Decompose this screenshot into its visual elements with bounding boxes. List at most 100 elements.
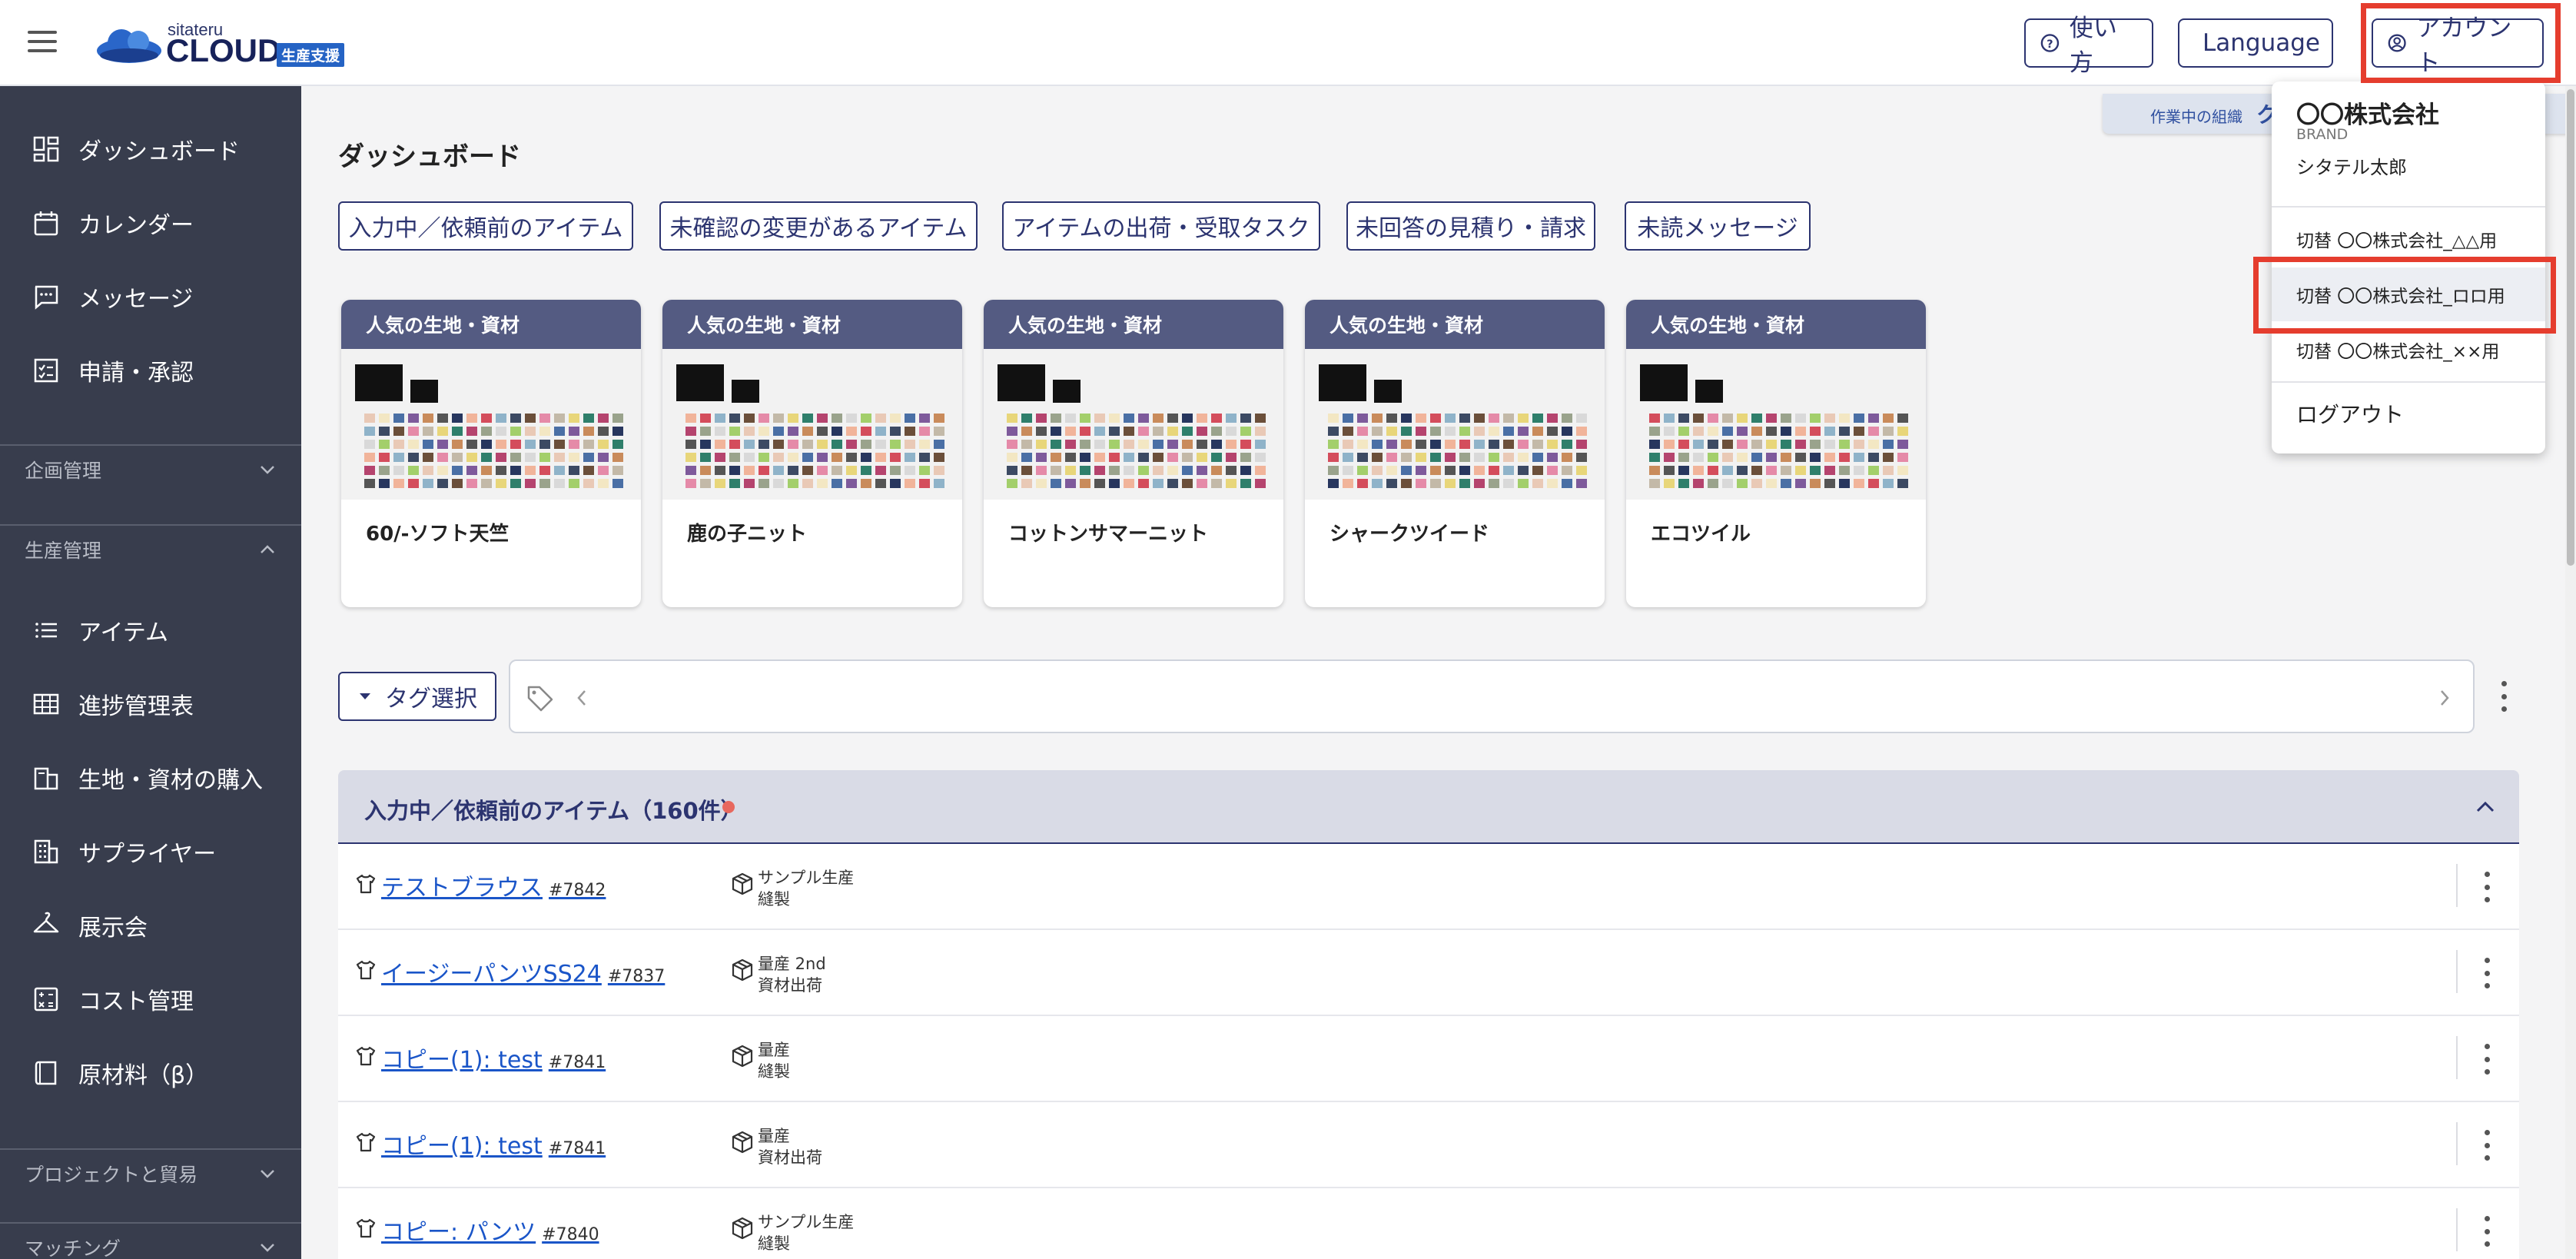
row-more-options-icon[interactable] xyxy=(2482,958,2491,988)
filter-shipping-tasks[interactable]: アイテムの出荷・受取タスク xyxy=(1002,201,1320,251)
item-name[interactable]: イージーパンツSS24 xyxy=(381,961,602,988)
table-row[interactable]: コピー: パンツ #7840 サンプル生産 縫製 xyxy=(338,1188,2519,1259)
swatch-chip xyxy=(423,453,433,462)
swatch-chip xyxy=(1197,453,1207,462)
item-name[interactable]: コピー: パンツ xyxy=(381,1219,536,1246)
item-name-link[interactable]: コピー(1): test #7841 xyxy=(381,1041,606,1075)
sidebar-item-cost[interactable]: コスト管理 xyxy=(0,967,301,1031)
sidebar-section-production[interactable]: 生産管理 xyxy=(0,524,301,573)
filter-unanswered-quotes[interactable]: 未回答の見積り・請求 xyxy=(1346,201,1595,251)
table-row[interactable]: コピー(1): test #7841 量産 資材出荷 xyxy=(338,1102,2519,1188)
swatch-chip xyxy=(1357,479,1368,488)
swatch-chip xyxy=(685,440,696,449)
swatch-chip xyxy=(437,414,448,423)
scroll-left-icon[interactable] xyxy=(575,689,589,707)
help-button[interactable]: ? 使い方 xyxy=(2024,15,2153,77)
swatch-chip xyxy=(685,427,696,436)
calculator-icon xyxy=(31,984,61,1015)
filter-draft-items[interactable]: 入力中／依頼前のアイテム xyxy=(338,201,633,251)
table-row[interactable]: イージーパンツSS24 #7837 量産 2nd 資材出荷 xyxy=(338,930,2519,1016)
sidebar-item-approval[interactable]: 申請・承認 xyxy=(0,338,301,403)
account-button[interactable]: アカウント xyxy=(2372,15,2544,77)
item-name[interactable]: コピー(1): test xyxy=(381,1047,543,1074)
swatch-chip xyxy=(612,453,623,462)
fabric-swatch-image xyxy=(984,349,1283,500)
swatch-chip xyxy=(379,427,390,436)
draft-items-section-header[interactable]: 入力中／依頼前のアイテム（160件） xyxy=(338,770,2519,844)
swatch-chip xyxy=(919,466,930,475)
row-more-options-icon[interactable] xyxy=(2482,1130,2491,1161)
swatch-chip xyxy=(1649,414,1660,423)
sitateru-cloud-logo[interactable]: sitateru CLOUD 生産支援 xyxy=(94,17,355,69)
page-title: ダッシュボード xyxy=(338,141,521,172)
swatch-chip xyxy=(1036,466,1047,475)
menu-icon[interactable] xyxy=(28,29,58,54)
table-row[interactable]: テストブラウス #7842 サンプル生産 縫製 xyxy=(338,844,2519,930)
sidebar-item-supplier[interactable]: サプライヤー xyxy=(0,819,301,884)
sidebar-item-items[interactable]: アイテム xyxy=(0,598,301,663)
switch-org-option-3[interactable]: 切替 〇〇株式会社_××用 xyxy=(2272,323,2545,377)
page-scrollbar[interactable] xyxy=(2565,86,2576,1259)
table-row[interactable]: コピー(1): test #7841 量産 縫製 xyxy=(338,1016,2519,1102)
switch-org-option-2[interactable]: 切替 〇〇株式会社_ロロ用 xyxy=(2272,267,2545,321)
swatch-chip xyxy=(466,414,477,423)
sidebar-section-planning[interactable]: 企画管理 xyxy=(0,444,301,493)
sidebar-item-progress[interactable]: 進捗管理表 xyxy=(0,672,301,736)
swatch-chip xyxy=(569,414,579,423)
tag-more-options-icon[interactable] xyxy=(2499,681,2508,712)
swatch-chip xyxy=(1167,414,1178,423)
language-button[interactable]: Language xyxy=(2178,18,2333,68)
sidebar-item-materials[interactable]: 原材料（β） xyxy=(0,1041,301,1105)
sidebar-item-dashboard[interactable]: ダッシュボード xyxy=(0,117,301,181)
swatch-chip xyxy=(1737,440,1748,449)
swatch-chip xyxy=(1124,453,1134,462)
swatch-chip xyxy=(1197,427,1207,436)
swatch-chip xyxy=(1737,453,1748,462)
swatch-chip xyxy=(1445,427,1456,436)
swatch-chip xyxy=(744,453,755,462)
filter-unread-messages[interactable]: 未読メッセージ xyxy=(1625,201,1811,251)
scrollbar-thumb[interactable] xyxy=(2567,89,2574,566)
swatch-chip xyxy=(466,479,477,488)
row-more-options-icon[interactable] xyxy=(2482,1216,2491,1247)
item-name-link[interactable]: イージーパンツSS24 #7837 xyxy=(381,955,665,988)
swatch-chip xyxy=(1474,453,1485,462)
item-name-link[interactable]: コピー(1): test #7841 xyxy=(381,1127,606,1161)
scroll-right-icon[interactable] xyxy=(2438,689,2452,707)
item-step: 縫製 xyxy=(758,890,790,909)
sidebar-item-exhibition[interactable]: 展示会 xyxy=(0,893,301,958)
item-name-link[interactable]: コピー: パンツ #7840 xyxy=(381,1213,599,1247)
swatch-chip xyxy=(408,440,419,449)
swatch-chip xyxy=(1708,466,1718,475)
tag-select-button[interactable]: タグ選択 xyxy=(338,672,496,721)
swatch-chip xyxy=(1007,427,1017,436)
swatch-chip xyxy=(1532,414,1543,423)
sidebar-section-project[interactable]: プロジェクトと貿易 xyxy=(0,1148,301,1198)
swatch-chip xyxy=(1532,479,1543,488)
switch-org-option-1[interactable]: 切替 〇〇株式会社_△△用 xyxy=(2272,212,2545,266)
row-more-options-icon[interactable] xyxy=(2482,1044,2491,1075)
item-name-link[interactable]: テストブラウス #7842 xyxy=(381,869,606,902)
item-name[interactable]: テストブラウス xyxy=(381,875,543,902)
swatch-chip xyxy=(1343,427,1353,436)
item-name[interactable]: コピー(1): test xyxy=(381,1133,543,1160)
swatch-chip xyxy=(1051,453,1061,462)
logout-button[interactable]: ログアウト xyxy=(2296,398,2404,429)
menu-divider xyxy=(2272,206,2545,208)
swatch-chip xyxy=(1401,466,1412,475)
swatch-chip xyxy=(817,414,828,423)
row-more-options-icon[interactable] xyxy=(2482,872,2491,902)
fabric-card[interactable]: 人気の生地・資材 シャークツイード xyxy=(1305,300,1605,607)
filter-unconfirmed-changes[interactable]: 未確認の変更があるアイテム xyxy=(659,201,978,251)
swatch-chip xyxy=(1051,427,1061,436)
fabric-card[interactable]: 人気の生地・資材 鹿の子ニット xyxy=(662,300,962,607)
swatch-chip xyxy=(1080,479,1090,488)
fabric-card[interactable]: 人気の生地・資材 コットンサマーニット xyxy=(984,300,1283,607)
sidebar-item-message[interactable]: メッセージ xyxy=(0,264,301,329)
swatch-chip xyxy=(1240,427,1251,436)
sidebar-item-calendar[interactable]: カレンダー xyxy=(0,191,301,255)
sidebar-item-purchase[interactable]: 生地・資材の購入 xyxy=(0,746,301,810)
fabric-card[interactable]: 人気の生地・資材 60/-ソフト天竺 xyxy=(341,300,641,607)
sidebar-section-matching[interactable]: マッチング xyxy=(0,1222,301,1259)
fabric-card[interactable]: 人気の生地・資材 エコツイル xyxy=(1626,300,1926,607)
